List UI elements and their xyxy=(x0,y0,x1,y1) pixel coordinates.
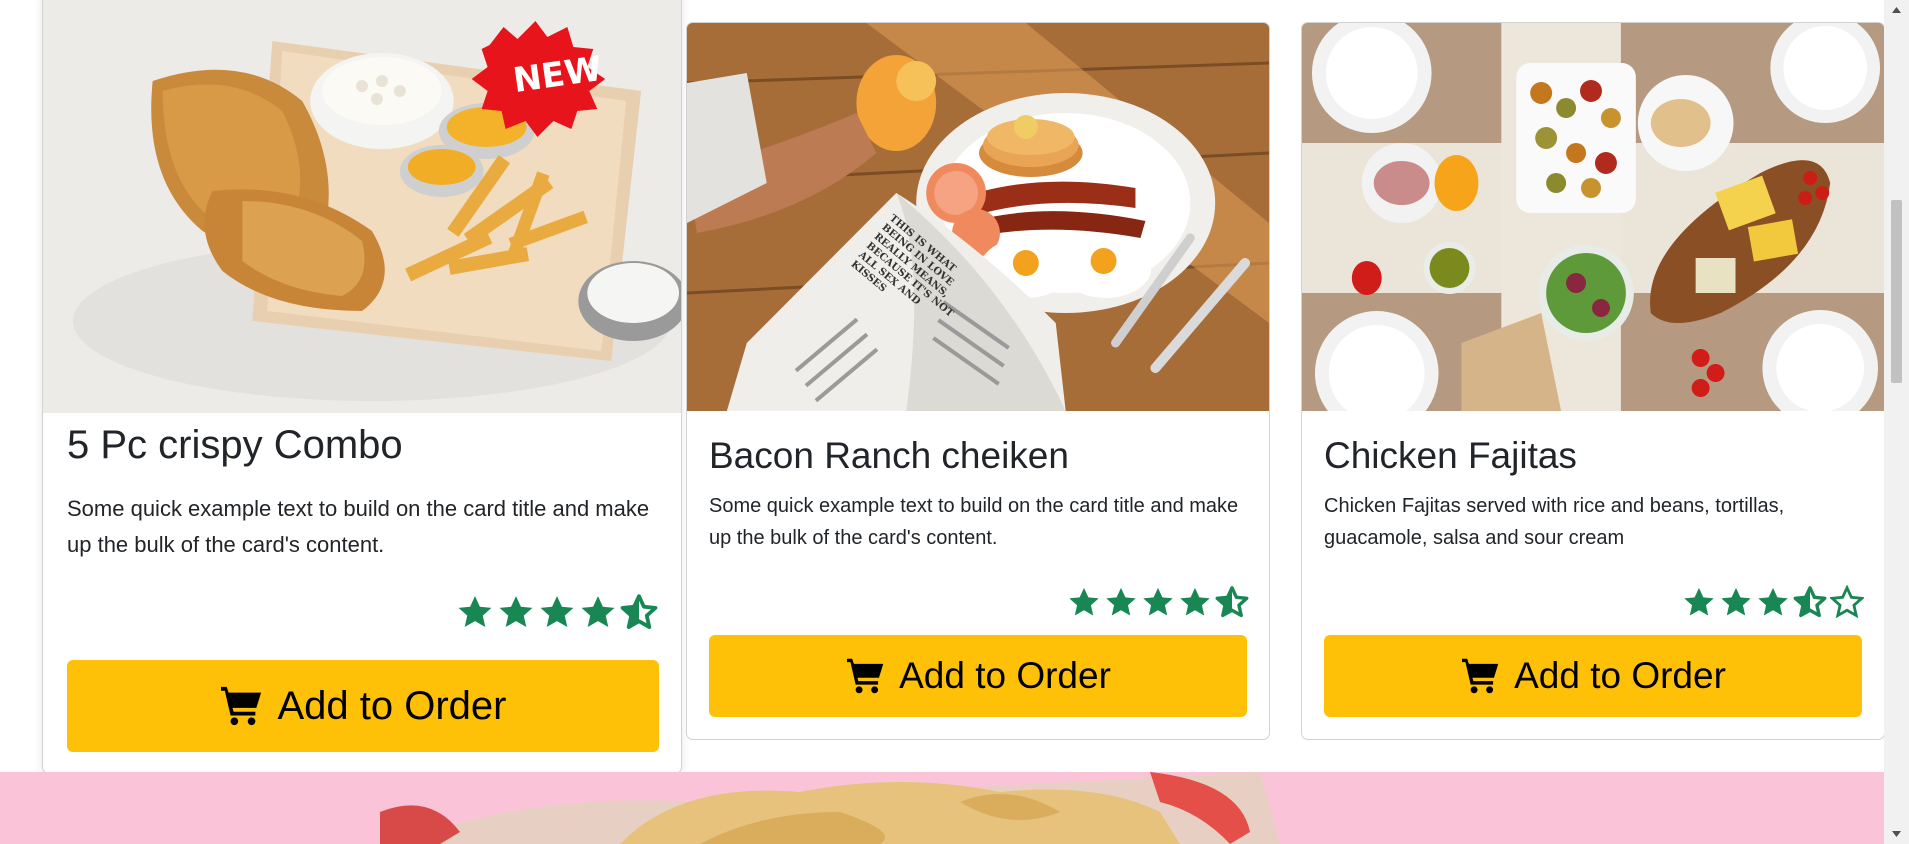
cart-icon xyxy=(1460,657,1502,695)
card-description: Some quick example text to build on the … xyxy=(67,496,650,557)
add-to-order-label: Add to Order xyxy=(277,683,507,728)
vertical-scrollbar[interactable] xyxy=(1884,0,1909,844)
star-filled-icon xyxy=(1143,587,1173,616)
star-filled-icon xyxy=(1069,587,1099,616)
star-filled-icon xyxy=(499,596,533,628)
add-to-order-button[interactable]: Add to Order xyxy=(67,660,659,752)
star-half-icon xyxy=(620,594,658,629)
star-half-icon xyxy=(1793,586,1827,618)
add-to-order-button[interactable]: Add to Order xyxy=(1324,635,1862,717)
star-filled-icon xyxy=(1180,587,1210,616)
star-filled-icon xyxy=(1106,587,1136,616)
star-filled-icon xyxy=(1684,587,1714,616)
card-description: Chicken Fajitas served with rice and bea… xyxy=(1324,495,1785,549)
star-rating xyxy=(373,593,658,631)
card-image-bacon-ranch: THIS IS WHAT BEING IN LOVE REALLY MEANS,… xyxy=(687,23,1269,411)
star-rating xyxy=(987,585,1249,619)
card-image-crispy-combo: NEW xyxy=(43,0,681,413)
star-filled-icon xyxy=(1721,587,1751,616)
add-to-order-label: Add to Order xyxy=(1514,655,1726,696)
card-title: Bacon Ranch cheiken xyxy=(709,435,1069,476)
scrollbar-thumb[interactable] xyxy=(1891,200,1902,383)
card-title: Chicken Fajitas xyxy=(1324,435,1577,476)
star-filled-icon xyxy=(1758,587,1788,616)
menu-card-bacon-ranch: THIS IS WHAT BEING IN LOVE REALLY MEANS,… xyxy=(686,22,1270,740)
star-empty-icon xyxy=(1830,585,1864,619)
card-description: Some quick example text to build on the … xyxy=(709,495,1239,549)
scroll-up-arrow-icon[interactable] xyxy=(1884,2,1909,18)
star-rating xyxy=(1602,585,1864,619)
scroll-down-arrow-icon[interactable] xyxy=(1884,826,1909,842)
card-image-chicken-fajitas xyxy=(1302,23,1884,411)
page-viewport: NEW 5 Pc crispy Combo Some quick example… xyxy=(0,0,1909,844)
menu-card-chicken-fajitas: Chicken Fajitas Chicken Fajitas served w… xyxy=(1301,22,1885,740)
cart-icon xyxy=(845,657,887,695)
star-filled-icon xyxy=(458,596,492,628)
promo-banner xyxy=(0,772,1884,844)
add-to-order-label: Add to Order xyxy=(899,655,1111,696)
menu-card-crispy-combo: NEW 5 Pc crispy Combo Some quick example… xyxy=(42,0,682,774)
add-to-order-button[interactable]: Add to Order xyxy=(709,635,1247,717)
star-filled-icon xyxy=(540,596,574,628)
star-half-icon xyxy=(1215,586,1249,618)
star-filled-icon xyxy=(581,596,615,628)
card-title: 5 Pc crispy Combo xyxy=(67,423,403,467)
cart-icon xyxy=(219,685,265,727)
